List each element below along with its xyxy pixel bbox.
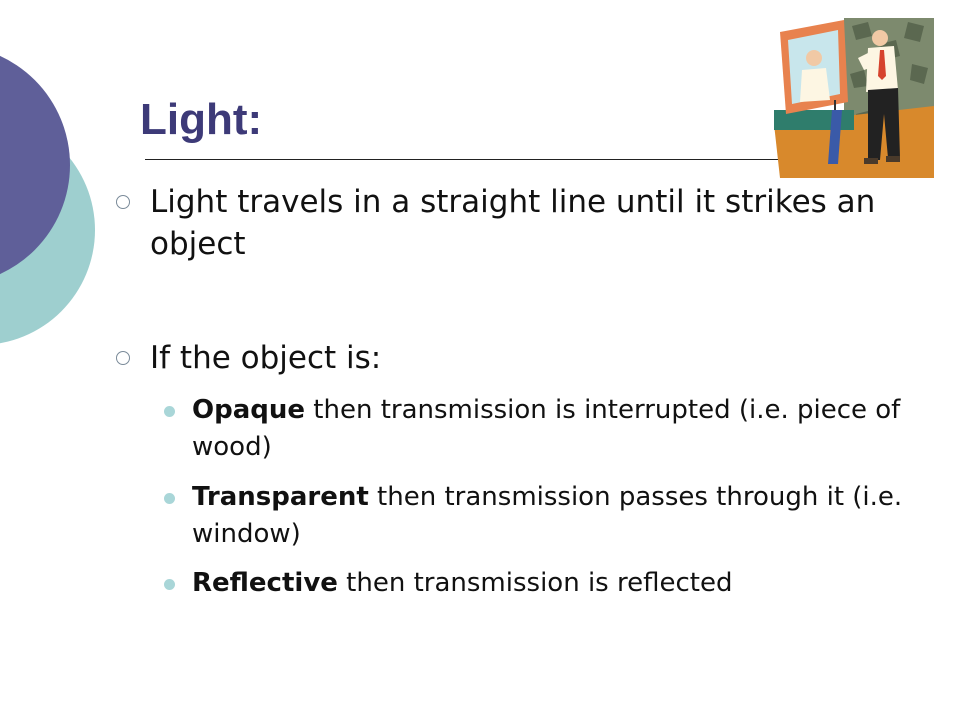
title-divider — [145, 159, 795, 160]
sub-bullet-term: Transparent — [192, 482, 369, 512]
sub-bullet-item: Opaque then transmission is interrupted … — [164, 392, 912, 466]
slide-title: Light: — [140, 95, 263, 144]
sub-bullet-term: Opaque — [192, 395, 306, 425]
bullet-item: If the object is: — [116, 337, 910, 379]
bullet-item: Light travels in a straight line until i… — [116, 181, 910, 265]
bullet-text: Light travels in a straight line until i… — [150, 184, 876, 262]
filled-bullet-icon — [164, 493, 175, 504]
man-looking-in-mirror-clipart — [774, 18, 934, 178]
decorative-circles — [0, 55, 95, 344]
sub-bullet-term: Reflective — [192, 568, 338, 598]
filled-bullet-icon — [164, 579, 175, 590]
hollow-bullet-icon — [116, 351, 130, 365]
sub-bullet-item: Transparent then transmission passes thr… — [164, 479, 912, 553]
filled-bullet-icon — [164, 406, 175, 417]
bullet-text: If the object is: — [150, 340, 382, 376]
sub-bullet-text: then transmission is reflected — [337, 568, 733, 598]
hollow-bullet-icon — [116, 195, 130, 209]
sub-bullet-item: Reflective then transmission is reflecte… — [164, 565, 912, 602]
